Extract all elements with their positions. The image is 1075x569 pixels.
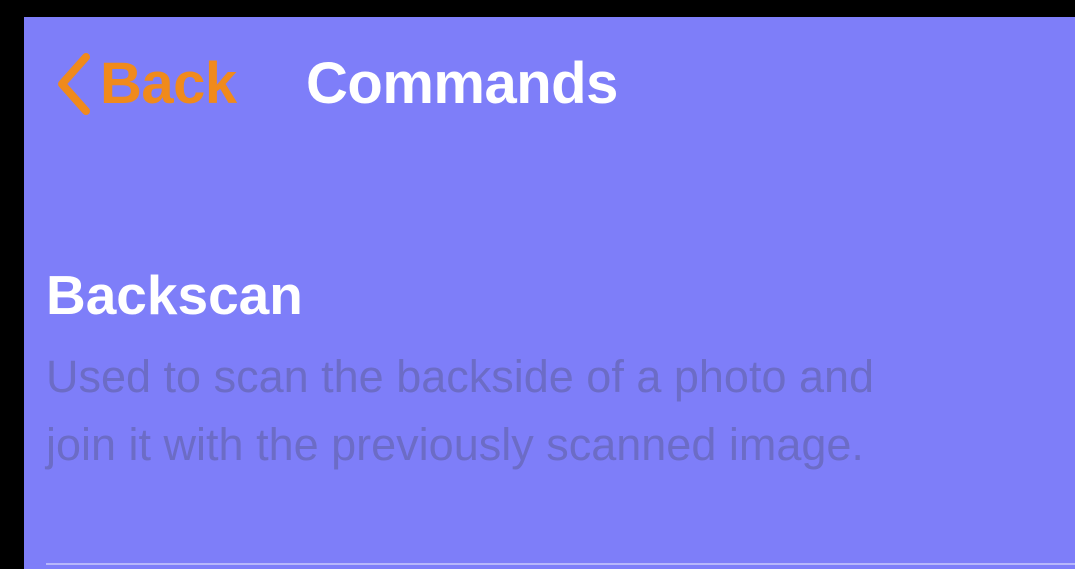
navigation-bar: Back Commands xyxy=(24,17,1075,157)
command-title: Backscan xyxy=(46,264,303,326)
back-button[interactable]: Back xyxy=(54,53,237,115)
command-description: Used to scan the backside of a photo and… xyxy=(46,351,875,470)
chevron-left-icon xyxy=(58,53,90,115)
command-item-backscan[interactable]: Backscan Used to scan the backside of a … xyxy=(24,263,1075,569)
page-title: Commands xyxy=(306,51,618,116)
back-label: Back xyxy=(100,51,237,116)
commands-screen: Back Commands Backscan Used to scan the … xyxy=(24,17,1075,569)
divider xyxy=(46,563,1075,565)
